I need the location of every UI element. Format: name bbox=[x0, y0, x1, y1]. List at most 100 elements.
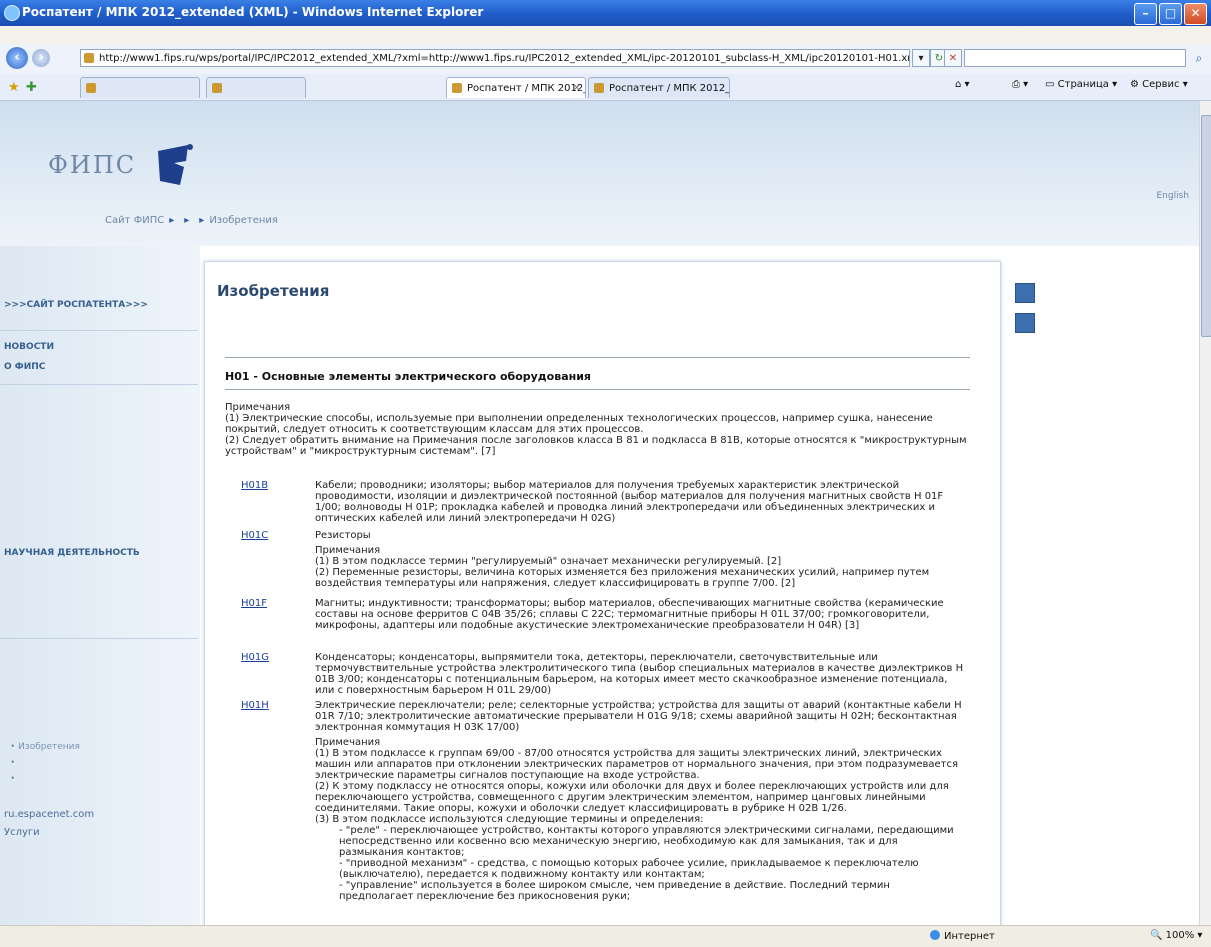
forward-arrow-icon[interactable]: › bbox=[32, 49, 50, 67]
note-text: (1) В этом подклассе к группам 69/00 - 8… bbox=[315, 748, 958, 781]
subclass-title: Резисторы bbox=[315, 530, 371, 541]
favorites-star-icon[interactable]: ★ bbox=[8, 80, 20, 95]
address-dropdown-icon[interactable]: ▾ bbox=[912, 49, 930, 67]
breadcrumb-item[interactable]: Изобретения bbox=[209, 215, 278, 226]
page-icon bbox=[84, 53, 94, 63]
tab-4[interactable]: Роспатент / МПК 2012_exte... bbox=[588, 77, 730, 98]
menu-edit[interactable] bbox=[18, 32, 32, 36]
subclass-link-H01G[interactable]: H01G bbox=[241, 652, 269, 663]
menu-favorites[interactable] bbox=[53, 32, 67, 36]
right-link-normative-library[interactable] bbox=[1015, 281, 1195, 311]
globe-icon bbox=[930, 930, 940, 940]
class-notes: Примечания (1) Электрические способы, ис… bbox=[225, 402, 970, 457]
sidebar-item-espacenet[interactable]: ru.espacenet.com bbox=[0, 810, 198, 820]
top-link-english[interactable]: English bbox=[1157, 191, 1190, 201]
tab-bar: ★ ✚ Роспатент / МПК 2012_... ✕ Роспатент… bbox=[0, 74, 1211, 101]
book-icon bbox=[1015, 283, 1035, 303]
content-panel: Изобретения H01 - Основные элементы элек… bbox=[204, 261, 1001, 925]
menu-tools[interactable] bbox=[70, 32, 84, 36]
notes-heading: Примечания bbox=[315, 737, 381, 748]
print-icon[interactable]: ⎙ ▾ bbox=[1012, 79, 1028, 90]
address-bar: ‹ › http://www1.fips.ru/wps/portal/IPC/I… bbox=[0, 44, 1211, 75]
tab-page-icon bbox=[594, 83, 604, 93]
tab-page-icon bbox=[212, 83, 222, 93]
security-zone: Интернет bbox=[930, 930, 995, 942]
sidebar-divider bbox=[0, 384, 198, 385]
right-links bbox=[1015, 281, 1195, 341]
search-input[interactable] bbox=[964, 49, 1186, 67]
site-logo-icon bbox=[158, 144, 193, 185]
sidebar-bullet-trademarks[interactable]: • bbox=[0, 758, 198, 768]
page-menu-label: Страница bbox=[1057, 79, 1109, 90]
site-header: ФИПС English Сайт ФИПС ▸ ▸ ▸ Изобретения bbox=[0, 101, 1199, 246]
ie-logo-icon bbox=[4, 5, 20, 21]
subclass-link-H01F[interactable]: H01F bbox=[241, 598, 267, 609]
sidebar-bullet-label: Изобретения bbox=[18, 742, 80, 752]
sidebar-divider bbox=[0, 638, 198, 639]
close-window-button[interactable]: ✕ bbox=[1184, 3, 1207, 25]
left-sidebar: >>>САЙТ РОСПАТЕНТА>>> НОВОСТИ О ФИПС НАУ… bbox=[0, 246, 200, 925]
tab-2[interactable] bbox=[206, 77, 306, 98]
breadcrumb-separator-icon: ▸ bbox=[169, 215, 175, 226]
breadcrumb-separator-icon: ▸ bbox=[184, 215, 190, 226]
tab-label: Роспатент / МПК 2012_exte... bbox=[609, 83, 730, 94]
page-title: Изобретения bbox=[217, 282, 330, 300]
right-link-downloads[interactable] bbox=[1015, 311, 1195, 341]
breadcrumb: Сайт ФИПС ▸ ▸ ▸ Изобретения bbox=[105, 215, 278, 226]
home-icon[interactable]: ⌂ ▾ bbox=[955, 79, 970, 90]
back-arrow-icon[interactable]: ‹ bbox=[6, 47, 28, 69]
breadcrumb-item[interactable]: Сайт ФИПС bbox=[105, 215, 164, 226]
tab-page-icon bbox=[452, 83, 462, 93]
scrollbar-thumb[interactable] bbox=[1201, 115, 1211, 337]
subclass-desc: Кабели; проводники; изоляторы; выбор мат… bbox=[315, 480, 944, 524]
window-titlebar: Роспатент / МПК 2012_extended (XML) - Wi… bbox=[0, 0, 1211, 26]
subclass-title: Электрические переключатели; реле; селек… bbox=[315, 700, 962, 733]
subclass-link-H01H[interactable]: H01H bbox=[241, 700, 269, 711]
search-icon[interactable]: ⌕ bbox=[1190, 49, 1208, 67]
sidebar-divider bbox=[0, 330, 198, 331]
sidebar-bullet-inventions[interactable]: • Изобретения bbox=[0, 742, 198, 752]
sidebar-bullet-designs[interactable]: • bbox=[0, 774, 198, 784]
window-title: Роспатент / МПК 2012_extended (XML) - Wi… bbox=[22, 5, 484, 19]
note-text: (1) В этом подклассе термин "регулируемы… bbox=[315, 556, 782, 567]
notes-heading: Примечания bbox=[315, 545, 381, 556]
stop-icon[interactable]: ✕ bbox=[944, 49, 962, 67]
minimize-button[interactable]: – bbox=[1134, 3, 1157, 25]
subclass-desc: Резисторы Примечания (1) В этом подкласс… bbox=[315, 530, 965, 589]
tab-1[interactable] bbox=[80, 77, 200, 98]
zone-label: Интернет bbox=[944, 931, 995, 942]
sidebar-item-science[interactable]: НАУЧНАЯ ДЕЯТЕЛЬНОСТЬ bbox=[0, 548, 198, 558]
sidebar-item-about[interactable]: О ФИПС bbox=[0, 362, 198, 372]
note-text: - "управление" используется в более широ… bbox=[339, 880, 890, 902]
tab-close-icon[interactable]: ✕ bbox=[573, 78, 581, 98]
menu-help[interactable] bbox=[88, 32, 102, 36]
tab-label: Роспатент / МПК 2012_... bbox=[467, 83, 586, 94]
subclass-link-H01B[interactable]: H01B bbox=[241, 480, 268, 491]
tab-3[interactable]: Роспатент / МПК 2012_... ✕ bbox=[446, 77, 586, 98]
notes-heading: Примечания bbox=[225, 402, 291, 413]
zoom-control[interactable]: 🔍 100% ▾ bbox=[1150, 930, 1202, 941]
sidebar-item-rospatent[interactable]: >>>САЙТ РОСПАТЕНТА>>> bbox=[0, 300, 198, 310]
note-text: (1) Электрические способы, используемые … bbox=[225, 413, 933, 435]
note-text: (2) Следует обратить внимание на Примеча… bbox=[225, 435, 967, 457]
breadcrumb-separator-icon: ▸ bbox=[199, 215, 205, 226]
subclass-desc: Конденсаторы; конденсаторы, выпрямители … bbox=[315, 652, 964, 696]
maximize-button[interactable]: □ bbox=[1159, 3, 1182, 25]
add-favorites-icon[interactable]: ✚ bbox=[26, 80, 37, 95]
url-input[interactable]: http://www1.fips.ru/wps/portal/IPC/IPC20… bbox=[80, 49, 910, 67]
tab-page-icon bbox=[86, 83, 96, 93]
page-menu[interactable]: ▭ Страница ▾ bbox=[1045, 79, 1117, 90]
subclass-link-H01C[interactable]: H01C bbox=[241, 530, 268, 541]
sidebar-item-news[interactable]: НОВОСТИ bbox=[0, 342, 198, 352]
site-logo[interactable]: ФИПС bbox=[48, 151, 136, 179]
menu-file[interactable] bbox=[0, 32, 14, 36]
menu-view[interactable] bbox=[35, 32, 49, 36]
subclass-desc: Электрические переключатели; реле; селек… bbox=[315, 700, 965, 902]
note-text: - "реле" - переключающее устройство, кон… bbox=[339, 825, 954, 858]
vertical-scrollbar[interactable] bbox=[1199, 101, 1211, 925]
note-text: (3) В этом подклассе используются следую… bbox=[315, 814, 704, 825]
status-bar: Интернет 🔍 100% ▾ bbox=[0, 925, 1211, 947]
tools-menu[interactable]: ⚙ Сервис ▾ bbox=[1130, 79, 1188, 90]
sidebar-item-services-link[interactable]: Услуги bbox=[0, 828, 198, 838]
top-links: English bbox=[1117, 191, 1190, 201]
